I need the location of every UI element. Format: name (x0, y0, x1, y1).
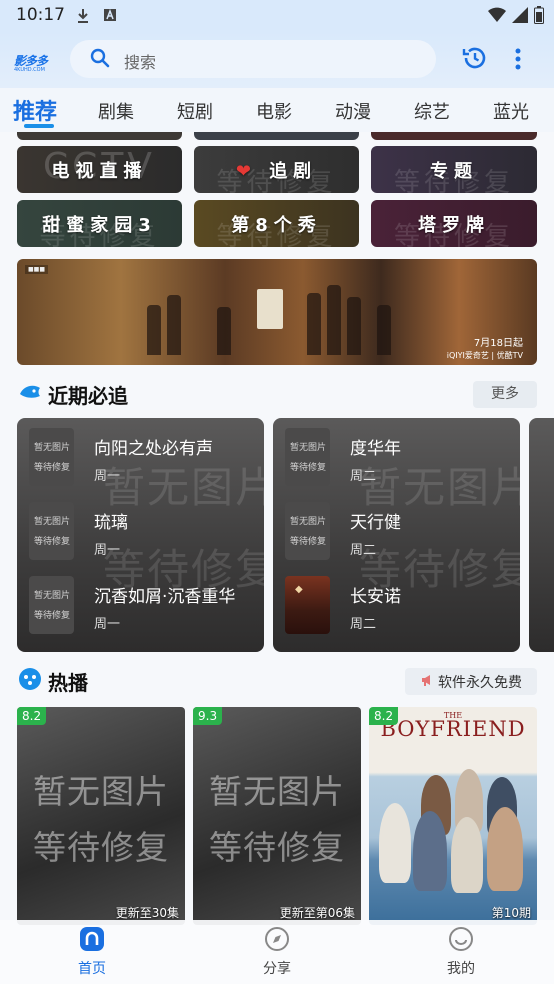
recent-item[interactable]: 暂无图片 等待修复 向阳之处必有声 周一 (29, 428, 259, 488)
tile-follow[interactable]: 等待修复 ❤ 追剧 (194, 146, 359, 193)
nav-mine[interactable]: 我的 (431, 926, 491, 978)
recent-item-day: 周一 (94, 469, 121, 484)
tile-topics[interactable]: 等待修复 专题 (371, 146, 537, 193)
tile-peek (371, 132, 537, 140)
recent-thumb: 暂无图片 等待修复 (29, 502, 74, 560)
recent-item[interactable]: 暂无图片 等待修复 琉璃 周一 (29, 502, 259, 562)
episode-label: 更新至30集 (115, 906, 179, 920)
recent-item[interactable]: ◆ 长安诺 周二 (285, 576, 515, 636)
nav-home[interactable]: 首页 (62, 926, 122, 978)
recent-item-title: 度华年 (350, 439, 401, 459)
more-button[interactable]: 更多 (473, 381, 537, 408)
episode-label: 更新至第06集 (279, 906, 355, 920)
section-recent-header: 近期必追 (18, 379, 128, 409)
tile-show-8[interactable]: 等待修复 第8个秀 (194, 200, 359, 247)
rating-badge: 8.2 (17, 707, 47, 725)
section-hot-header: 热播 (18, 666, 88, 696)
download-icon (76, 8, 90, 28)
promo-banner[interactable]: ■■■ 7月18日起 iQIYI爱奇艺 | 优酷TV (17, 259, 537, 365)
tab-series[interactable]: 剧集 (98, 98, 134, 124)
recent-item[interactable]: 暂无图片 等待修复 天行健 周二 (285, 502, 515, 562)
recent-item-title: 天行健 (350, 513, 401, 533)
recent-item-title: 向阳之处必有声 (94, 439, 213, 459)
recent-thumb: 暂无图片 等待修复 (285, 428, 330, 486)
section-recent-title: 近期必追 (48, 383, 128, 408)
search-bar[interactable]: 搜索 (70, 40, 436, 78)
tile-peek (17, 132, 182, 140)
banner-chip: ■■■ (25, 265, 49, 274)
recent-thumb: 暂无图片 等待修复 (29, 428, 74, 486)
smile-icon (448, 927, 474, 956)
recent-item-day: 周二 (350, 469, 377, 484)
battery-icon (534, 6, 544, 28)
banner-date: 7月18日起 (473, 338, 523, 349)
hot-icon (18, 667, 42, 695)
top-bar: 影多多 4KUHD.COM 搜索 (0, 32, 554, 88)
section-hot-title: 热播 (48, 670, 88, 695)
banner-title-art (257, 289, 283, 329)
recent-item-title: 琉璃 (94, 513, 128, 533)
tab-indicator (24, 124, 54, 128)
recent-thumb: 暂无图片 等待修复 (29, 576, 74, 634)
signal-icon (512, 7, 528, 27)
episode-label: 第10期 (491, 906, 531, 920)
search-placeholder: 搜索 (124, 53, 157, 72)
tab-bluray[interactable]: 蓝光 (493, 98, 529, 124)
recent-item-title: 沉香如屑·沉香重华 (94, 587, 236, 607)
rating-badge: 9.3 (193, 707, 223, 725)
category-tabs: 推荐 剧集 短剧 电影 动漫 综艺 蓝光 (0, 88, 554, 132)
recent-thumb: 暂无图片 等待修复 (285, 502, 330, 560)
home-icon (79, 927, 105, 956)
tile-tv-live[interactable]: CCTV 电视直播 (17, 146, 182, 193)
recent-item-day: 周二 (350, 543, 377, 558)
tab-anime[interactable]: 动漫 (335, 98, 371, 124)
rating-badge: 8.2 (369, 707, 399, 725)
tab-short[interactable]: 短剧 (177, 98, 213, 124)
recent-item-title: 长安诺 (350, 587, 401, 607)
recent-card: 暂无图片 等待修复 暂无图片 等待修复 度华年 周二 暂无图片 等待修复 天行健 周… (273, 418, 520, 652)
more-menu-icon[interactable] (514, 48, 522, 74)
hot-card[interactable]: THE BOYFRIEND 8.2 第10期 (369, 707, 537, 925)
recent-item[interactable]: 暂无图片 等待修复 沉香如屑·沉香重华 周一 (29, 576, 259, 636)
recent-card-peek[interactable] (529, 418, 554, 652)
fish-icon (18, 380, 42, 408)
recent-item[interactable]: 暂无图片 等待修复 度华年 周二 (285, 428, 515, 488)
compass-icon (264, 927, 290, 956)
hot-card[interactable]: 暂无图片 等待修复 8.2 更新至30集 (17, 707, 185, 925)
app-logo: 影多多 4KUHD.COM (14, 54, 48, 73)
nav-share[interactable]: 分享 (247, 926, 307, 978)
banner-brand: iQIYI爱奇艺 | 优酷TV (446, 351, 523, 360)
search-icon (90, 48, 110, 72)
tab-variety[interactable]: 综艺 (414, 98, 450, 124)
tab-recommend[interactable]: 推荐 (13, 94, 57, 126)
free-badge[interactable]: 软件永久免费 (405, 668, 537, 695)
recent-item-day: 周二 (350, 617, 377, 632)
bottom-nav: 首页 分享 我的 (0, 920, 554, 984)
poster-thumb: ◆ (285, 576, 330, 634)
heart-icon: ❤ (235, 160, 257, 182)
history-icon[interactable] (462, 45, 488, 75)
tile-tarot[interactable]: 等待修复 塔罗牌 (371, 200, 537, 247)
recent-item-day: 周一 (94, 543, 121, 558)
megaphone-icon (420, 673, 434, 691)
wifi-icon (488, 7, 506, 27)
status-bar: 10:17 (0, 0, 554, 32)
tile-sweet-home[interactable]: 等待修复 甜蜜家园3 (17, 200, 182, 247)
notification-a-icon (103, 8, 117, 26)
recent-item-day: 周一 (94, 617, 121, 632)
status-time: 10:17 (16, 5, 65, 25)
tab-movie[interactable]: 电影 (256, 98, 292, 124)
hot-card[interactable]: 暂无图片 等待修复 9.3 更新至第06集 (193, 707, 361, 925)
tile-peek (194, 132, 359, 140)
recent-card: 暂无图片 等待修复 暂无图片 等待修复 向阳之处必有声 周一 暂无图片 等待修复 琉… (17, 418, 264, 652)
